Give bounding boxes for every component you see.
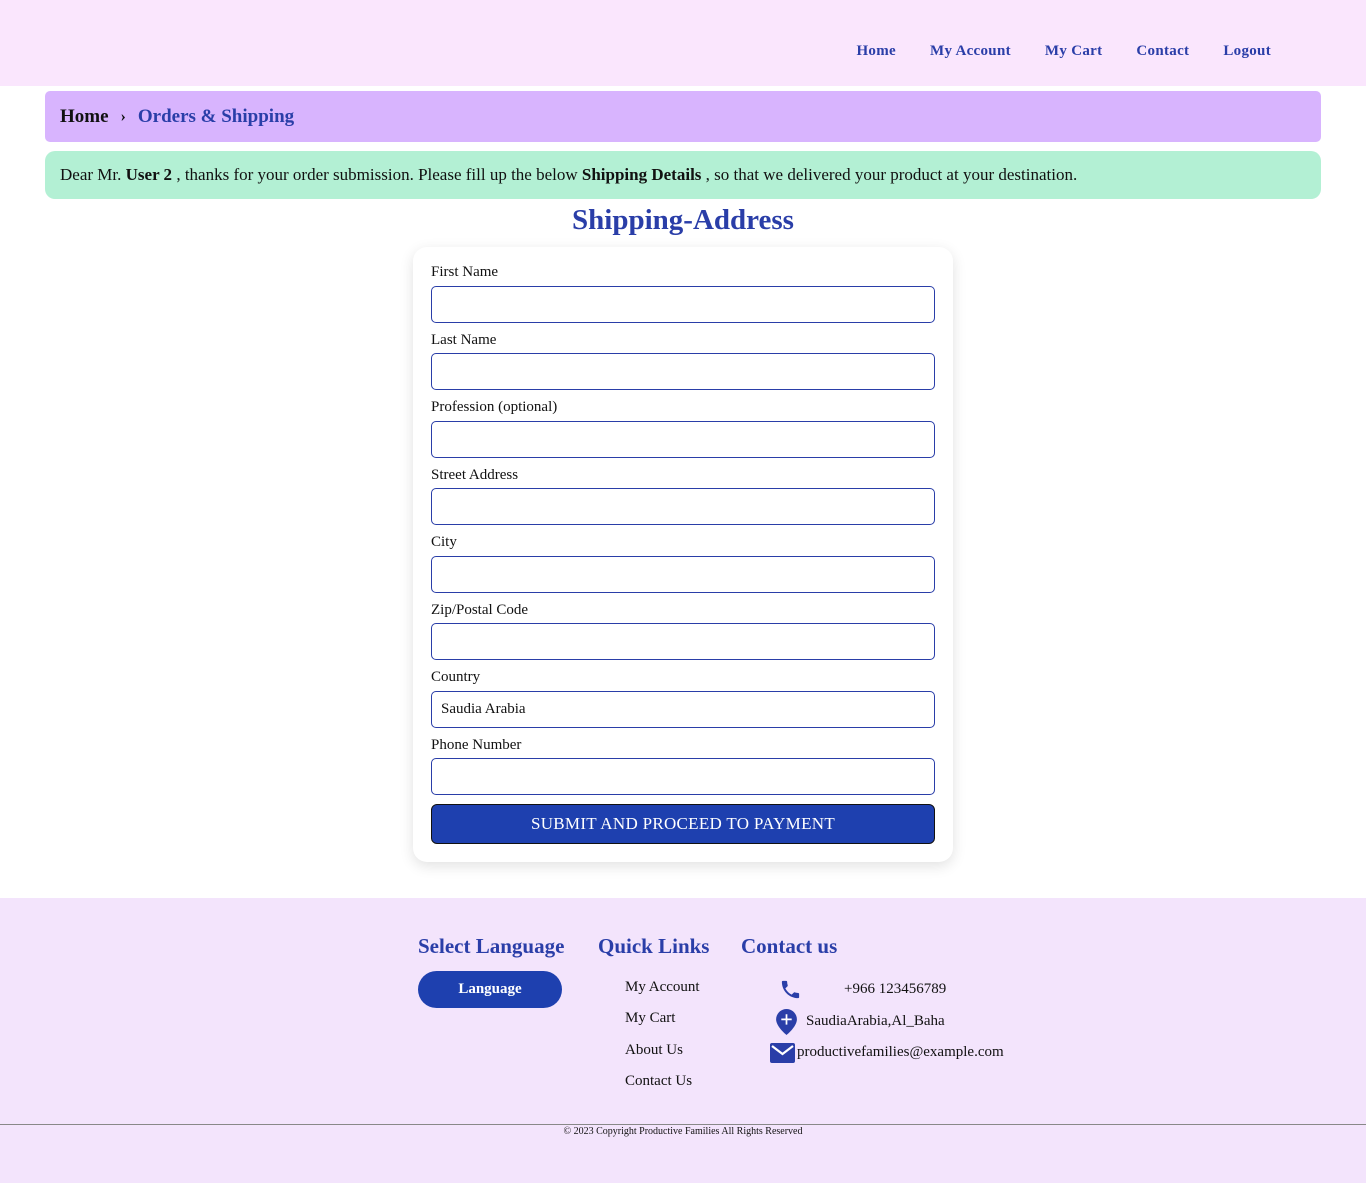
nav-logout-link[interactable]: Logout [1223,43,1271,60]
alert-middle-text: , thanks for your order submission. Plea… [176,165,578,184]
footer-link-contact-us[interactable]: Contact Us [625,1073,692,1090]
main-nav: Home My Account My Cart Contact Logout [856,43,1271,60]
footer-link-my-cart[interactable]: My Cart [625,1010,675,1027]
alert-prefix: Dear Mr. [60,165,122,184]
alert-suffix: , so that we delivered your product at y… [705,165,1078,184]
last-name-input[interactable] [431,353,935,390]
zip-code-input[interactable] [431,623,935,660]
order-success-alert: Dear Mr. User 2 , thanks for your order … [45,151,1321,199]
city-input[interactable] [431,556,935,593]
footer-link-my-account[interactable]: My Account [625,979,700,996]
nav-my-cart-link[interactable]: My Cart [1045,43,1103,60]
nav-home-link[interactable]: Home [856,43,896,60]
contact-email[interactable]: productivefamilies@example.com [797,1044,1004,1061]
location-pin-icon [776,1009,797,1040]
breadcrumb-current: Orders & Shipping [137,105,295,127]
contact-location: SaudiaArabia,Al_Baha [806,1013,945,1029]
country-input[interactable] [431,691,935,728]
phone-number-input[interactable] [431,758,935,795]
nav-my-account-link[interactable]: My Account [930,43,1011,60]
phone-number-label: Phone Number [431,737,522,753]
country-label: Country [431,669,481,685]
alert-emphasis: Shipping Details [581,165,702,184]
copyright-text: © 2023 Copyright Productive Families All… [563,1126,803,1137]
last-name-label: Last Name [431,332,497,348]
nav-contact-link[interactable]: Contact [1136,43,1189,60]
breadcrumb: Home › Orders & Shipping [45,91,1321,142]
profession-input[interactable] [431,421,935,458]
first-name-input[interactable] [431,286,935,323]
zip-code-label: Zip/Postal Code [431,602,529,618]
phone-icon [779,978,802,1006]
footer-divider [0,1124,1366,1125]
mail-icon [770,1043,795,1068]
profession-label: Profession (optional) [431,399,558,415]
page-title: Shipping-Address [572,204,794,236]
site-footer: Select Language Language Quick Links My … [0,898,1366,1183]
select-language-heading: Select Language [418,934,565,958]
submit-and-proceed-button[interactable]: SUBMIT AND PROCEED TO PAYMENT [431,804,935,844]
language-button[interactable]: Language [418,971,562,1008]
street-address-label: Street Address [431,467,519,483]
contact-phone: +966 123456789 [844,981,947,997]
quick-links-heading: Quick Links [598,934,710,958]
contact-us-heading: Contact us [741,934,838,958]
street-address-input[interactable] [431,488,935,525]
chevron-right-icon: › [120,107,126,125]
breadcrumb-home-link[interactable]: Home [60,106,109,128]
alert-user-name: User 2 [125,165,173,184]
footer-link-about-us[interactable]: About Us [625,1042,683,1059]
shipping-address-form: First Name Last Name Profession (optiona… [413,247,953,862]
top-header: Home My Account My Cart Contact Logout [0,0,1366,86]
city-label: City [431,534,457,550]
first-name-label: First Name [431,264,499,280]
